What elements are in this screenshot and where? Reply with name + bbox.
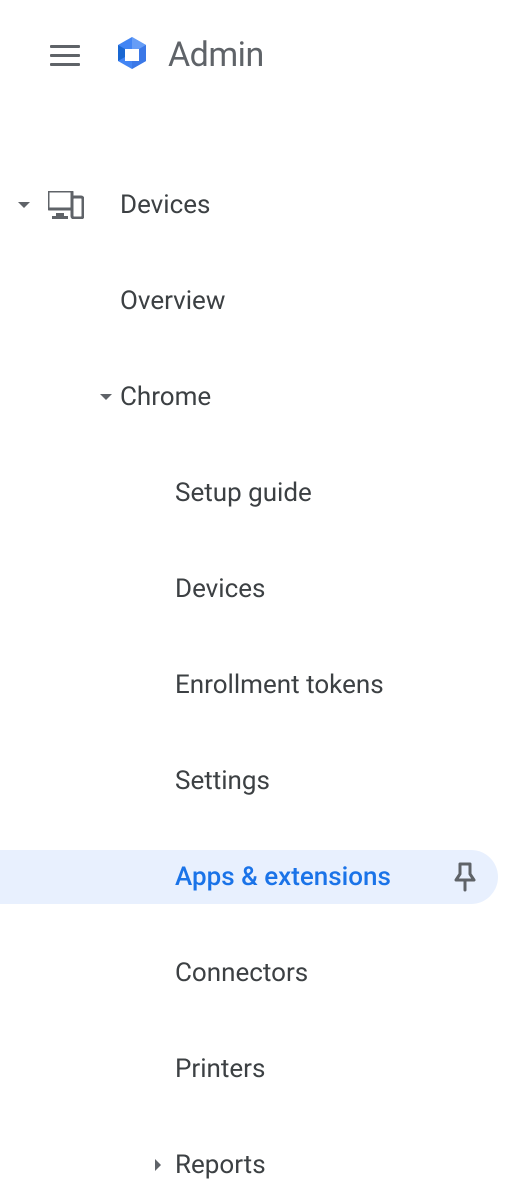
nav-label: Reports [175,1150,266,1180]
nav-label: Chrome [120,382,211,412]
pin-icon[interactable] [452,862,478,892]
nav-label: Enrollment tokens [175,670,384,700]
nav-label: Printers [175,1054,265,1084]
nav-item-apps-extensions[interactable]: Apps & extensions [0,850,498,904]
nav-item-overview[interactable]: Overview [0,274,508,328]
nav-label: Connectors [175,958,308,988]
nav-item-settings[interactable]: Settings [0,754,508,808]
nav-label: Apps & extensions [175,862,391,892]
admin-logo-icon [108,31,156,79]
chevron-down-icon [18,202,30,208]
nav-item-printers[interactable]: Printers [0,1042,508,1096]
nav-item-devices[interactable]: Devices [0,178,508,232]
nav-item-setup-guide[interactable]: Setup guide [0,466,508,520]
app-title: Admin [168,35,264,75]
nav-label: Devices [120,190,210,220]
nav-item-reports[interactable]: Reports [0,1138,508,1192]
sidebar-nav: Devices Overview Chrome Setup guide Devi… [0,90,508,1192]
chevron-down-icon [100,394,112,400]
nav-item-enrollment-tokens[interactable]: Enrollment tokens [0,658,508,712]
nav-item-chrome-devices[interactable]: Devices [0,562,508,616]
nav-label: Overview [120,286,225,316]
header: Admin [0,0,508,90]
chevron-right-icon [155,1159,161,1171]
logo[interactable]: Admin [108,31,264,79]
nav-item-chrome[interactable]: Chrome [0,370,508,424]
nav-label: Devices [175,574,265,604]
nav-label: Setup guide [175,478,312,508]
nav-label: Settings [175,766,270,796]
devices-icon [48,191,84,219]
menu-icon[interactable] [50,41,80,70]
nav-item-connectors[interactable]: Connectors [0,946,508,1000]
